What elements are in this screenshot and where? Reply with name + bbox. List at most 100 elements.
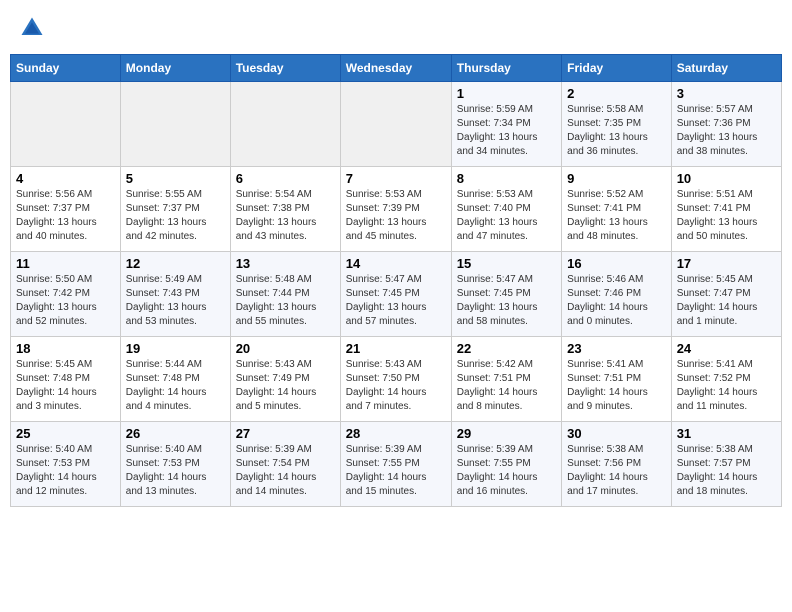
day-info: Sunrise: 5:53 AMSunset: 7:40 PMDaylight:…: [457, 188, 556, 244]
calendar-week-3: 11 Sunrise: 5:50 AMSunset: 7:42 PMDayligh…: [11, 252, 782, 337]
day-number: 14: [346, 256, 446, 271]
day-number: 22: [457, 341, 556, 356]
day-info: Sunrise: 5:53 AMSunset: 7:39 PMDaylight:…: [346, 188, 446, 244]
day-number: 21: [346, 341, 446, 356]
day-number: 10: [677, 171, 776, 186]
day-number: 2: [567, 86, 666, 101]
day-info: Sunrise: 5:47 AMSunset: 7:45 PMDaylight:…: [346, 273, 446, 329]
calendar-cell: 30 Sunrise: 5:38 AMSunset: 7:56 PMDayligh…: [562, 422, 672, 507]
day-info: Sunrise: 5:58 AMSunset: 7:35 PMDaylight:…: [567, 103, 666, 159]
day-info: Sunrise: 5:57 AMSunset: 7:36 PMDaylight:…: [677, 103, 776, 159]
calendar-week-4: 18 Sunrise: 5:45 AMSunset: 7:48 PMDayligh…: [11, 337, 782, 422]
day-number: 31: [677, 426, 776, 441]
calendar-cell: 23 Sunrise: 5:41 AMSunset: 7:51 PMDayligh…: [562, 337, 672, 422]
column-header-sunday: Sunday: [11, 55, 121, 82]
day-info: Sunrise: 5:47 AMSunset: 7:45 PMDaylight:…: [457, 273, 556, 329]
column-header-monday: Monday: [120, 55, 230, 82]
day-info: Sunrise: 5:45 AMSunset: 7:48 PMDaylight:…: [16, 358, 115, 414]
column-header-tuesday: Tuesday: [230, 55, 340, 82]
calendar-week-1: 1Sunrise: 5:59 AMSunset: 7:34 PMDaylight…: [11, 82, 782, 167]
day-number: 19: [126, 341, 225, 356]
day-info: Sunrise: 5:52 AMSunset: 7:41 PMDaylight:…: [567, 188, 666, 244]
day-info: Sunrise: 5:40 AMSunset: 7:53 PMDaylight:…: [16, 443, 115, 499]
day-info: Sunrise: 5:50 AMSunset: 7:42 PMDaylight:…: [16, 273, 115, 329]
day-info: Sunrise: 5:39 AMSunset: 7:55 PMDaylight:…: [346, 443, 446, 499]
calendar-cell: 18 Sunrise: 5:45 AMSunset: 7:48 PMDayligh…: [11, 337, 121, 422]
calendar-week-2: 4Sunrise: 5:56 AMSunset: 7:37 PMDaylight…: [11, 167, 782, 252]
day-info: Sunrise: 5:56 AMSunset: 7:37 PMDaylight:…: [16, 188, 115, 244]
calendar-cell: 20Sunrise: 5:43 AMSunset: 7:49 PMDayligh…: [230, 337, 340, 422]
day-number: 25: [16, 426, 115, 441]
day-number: 6: [236, 171, 335, 186]
calendar-cell: 24 Sunrise: 5:41 AMSunset: 7:52 PMDayligh…: [671, 337, 781, 422]
calendar-cell: 9 Sunrise: 5:52 AMSunset: 7:41 PMDaylight…: [562, 167, 672, 252]
calendar-cell: 17 Sunrise: 5:45 AMSunset: 7:47 PMDayligh…: [671, 252, 781, 337]
day-number: 20: [236, 341, 335, 356]
calendar-cell: 3 Sunrise: 5:57 AMSunset: 7:36 PMDaylight…: [671, 82, 781, 167]
day-info: Sunrise: 5:45 AMSunset: 7:47 PMDaylight:…: [677, 273, 776, 329]
calendar-cell: 10 Sunrise: 5:51 AMSunset: 7:41 PMDayligh…: [671, 167, 781, 252]
day-info: Sunrise: 5:54 AMSunset: 7:38 PMDaylight:…: [236, 188, 335, 244]
calendar-cell: 11 Sunrise: 5:50 AMSunset: 7:42 PMDayligh…: [11, 252, 121, 337]
day-number: 5: [126, 171, 225, 186]
calendar-cell: 19 Sunrise: 5:44 AMSunset: 7:48 PMDayligh…: [120, 337, 230, 422]
day-number: 9: [567, 171, 666, 186]
calendar-cell: 7 Sunrise: 5:53 AMSunset: 7:39 PMDaylight…: [340, 167, 451, 252]
calendar-cell: [340, 82, 451, 167]
day-info: Sunrise: 5:55 AMSunset: 7:37 PMDaylight:…: [126, 188, 225, 244]
page-header: [10, 10, 782, 46]
day-number: 24: [677, 341, 776, 356]
day-info: Sunrise: 5:41 AMSunset: 7:52 PMDaylight:…: [677, 358, 776, 414]
calendar-cell: 16 Sunrise: 5:46 AMSunset: 7:46 PMDayligh…: [562, 252, 672, 337]
column-header-wednesday: Wednesday: [340, 55, 451, 82]
logo: [18, 14, 50, 42]
calendar-body: 1Sunrise: 5:59 AMSunset: 7:34 PMDaylight…: [11, 82, 782, 507]
logo-icon: [18, 14, 46, 42]
day-number: 3: [677, 86, 776, 101]
calendar-cell: 8 Sunrise: 5:53 AMSunset: 7:40 PMDaylight…: [451, 167, 561, 252]
day-number: 11: [16, 256, 115, 271]
day-info: Sunrise: 5:38 AMSunset: 7:56 PMDaylight:…: [567, 443, 666, 499]
calendar-cell: 2 Sunrise: 5:58 AMSunset: 7:35 PMDaylight…: [562, 82, 672, 167]
calendar-cell: [230, 82, 340, 167]
day-info: Sunrise: 5:41 AMSunset: 7:51 PMDaylight:…: [567, 358, 666, 414]
day-number: 23: [567, 341, 666, 356]
calendar-cell: 13Sunrise: 5:48 AMSunset: 7:44 PMDayligh…: [230, 252, 340, 337]
calendar-cell: [11, 82, 121, 167]
calendar-cell: 31 Sunrise: 5:38 AMSunset: 7:57 PMDayligh…: [671, 422, 781, 507]
day-info: Sunrise: 5:46 AMSunset: 7:46 PMDaylight:…: [567, 273, 666, 329]
calendar-cell: 26Sunrise: 5:40 AMSunset: 7:53 PMDayligh…: [120, 422, 230, 507]
day-number: 13: [236, 256, 335, 271]
calendar-cell: 25 Sunrise: 5:40 AMSunset: 7:53 PMDayligh…: [11, 422, 121, 507]
day-info: Sunrise: 5:43 AMSunset: 7:50 PMDaylight:…: [346, 358, 446, 414]
calendar-cell: 5 Sunrise: 5:55 AMSunset: 7:37 PMDaylight…: [120, 167, 230, 252]
day-number: 12: [126, 256, 225, 271]
day-info: Sunrise: 5:44 AMSunset: 7:48 PMDaylight:…: [126, 358, 225, 414]
calendar-table: SundayMondayTuesdayWednesdayThursdayFrid…: [10, 54, 782, 507]
column-header-thursday: Thursday: [451, 55, 561, 82]
calendar-week-5: 25 Sunrise: 5:40 AMSunset: 7:53 PMDayligh…: [11, 422, 782, 507]
day-number: 18: [16, 341, 115, 356]
day-number: 28: [346, 426, 446, 441]
calendar-cell: 15 Sunrise: 5:47 AMSunset: 7:45 PMDayligh…: [451, 252, 561, 337]
calendar-cell: 6 Sunrise: 5:54 AMSunset: 7:38 PMDaylight…: [230, 167, 340, 252]
day-number: 8: [457, 171, 556, 186]
calendar-header: SundayMondayTuesdayWednesdayThursdayFrid…: [11, 55, 782, 82]
day-info: Sunrise: 5:38 AMSunset: 7:57 PMDaylight:…: [677, 443, 776, 499]
calendar-cell: 12 Sunrise: 5:49 AMSunset: 7:43 PMDayligh…: [120, 252, 230, 337]
day-info: Sunrise: 5:49 AMSunset: 7:43 PMDaylight:…: [126, 273, 225, 329]
day-info: Sunrise: 5:39 AMSunset: 7:55 PMDaylight:…: [457, 443, 556, 499]
day-number: 16: [567, 256, 666, 271]
calendar-cell: 28 Sunrise: 5:39 AMSunset: 7:55 PMDayligh…: [340, 422, 451, 507]
header-row: SundayMondayTuesdayWednesdayThursdayFrid…: [11, 55, 782, 82]
day-number: 17: [677, 256, 776, 271]
calendar-cell: [120, 82, 230, 167]
day-number: 27: [236, 426, 335, 441]
day-number: 26: [126, 426, 225, 441]
day-number: 15: [457, 256, 556, 271]
day-number: 7: [346, 171, 446, 186]
day-number: 1: [457, 86, 556, 101]
calendar-cell: 22Sunrise: 5:42 AMSunset: 7:51 PMDayligh…: [451, 337, 561, 422]
day-info: Sunrise: 5:51 AMSunset: 7:41 PMDaylight:…: [677, 188, 776, 244]
day-number: 30: [567, 426, 666, 441]
